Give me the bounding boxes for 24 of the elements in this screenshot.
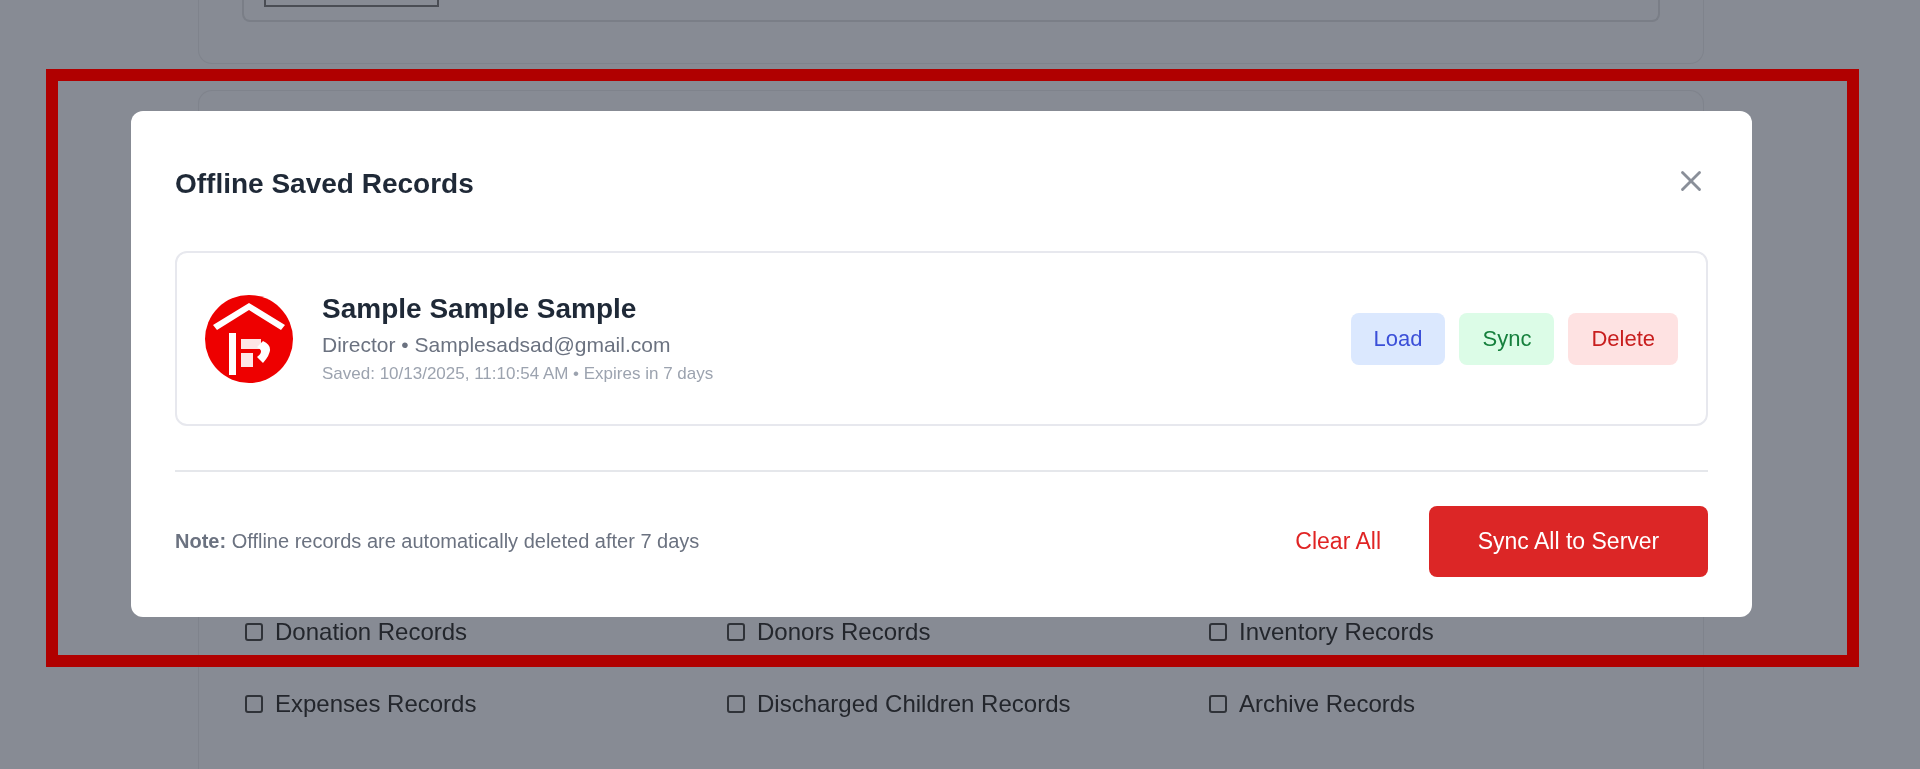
delete-button[interactable]: Delete: [1568, 312, 1678, 365]
dialog-title: Offline Saved Records: [175, 168, 474, 200]
checkbox-label: Expenses Records: [275, 690, 477, 718]
checkbox[interactable]: [245, 695, 263, 713]
load-button[interactable]: Load: [1350, 312, 1446, 365]
checkbox-label: Donation Records: [275, 618, 468, 646]
form-button[interactable]: [264, 0, 439, 7]
record-name: Sample Sample Sample: [322, 293, 638, 325]
checkbox-label: Discharged Children Records: [757, 690, 1071, 718]
checkbox-label: Inventory Records: [1239, 618, 1434, 646]
checkbox[interactable]: [245, 623, 263, 641]
checkbox-label: Archive Records: [1239, 690, 1416, 718]
checkbox-label: Donors Records: [757, 618, 931, 646]
checkbox[interactable]: [727, 623, 745, 641]
sync-button[interactable]: Sync: [1459, 312, 1555, 365]
record-saved-time: Saved: 10/13/2025, 11:10:54 AM • Expires in 7 days: [322, 364, 715, 384]
checkbox[interactable]: [1209, 695, 1227, 713]
checkbox[interactable]: [727, 695, 745, 713]
sync-all-button[interactable]: Sync All to Server: [1429, 506, 1708, 577]
note-text: Note: Offline records are automatically deleted after 7 days: [175, 530, 700, 553]
clear-all-button[interactable]: Clear All: [1295, 528, 1381, 555]
checkbox[interactable]: [1209, 623, 1227, 641]
record-subtitle: Director • Samplesadsad@gmail.com: [322, 333, 672, 357]
house-logo-icon: [205, 294, 293, 383]
